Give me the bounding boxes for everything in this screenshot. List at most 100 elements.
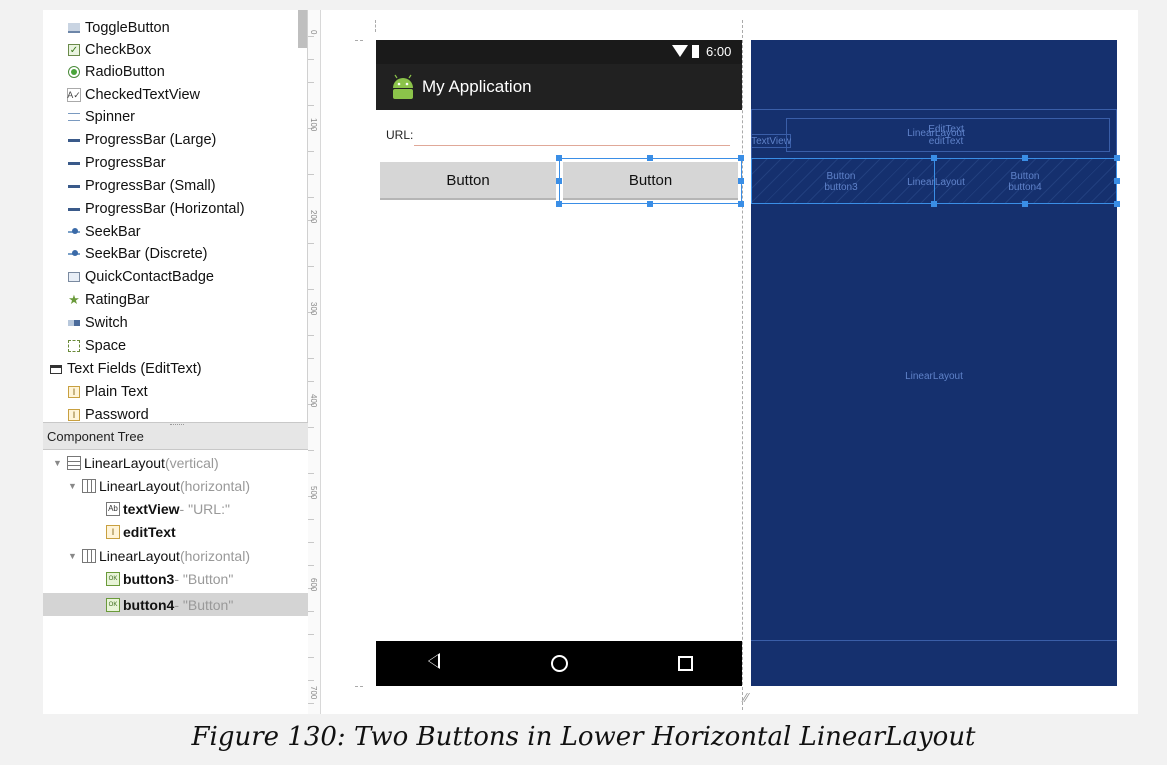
resize-handle[interactable] — [738, 155, 744, 161]
bp-linearlayout-root-label: LinearLayout — [905, 371, 963, 382]
tree-node-name: button4 — [123, 596, 175, 613]
resize-handle[interactable] — [647, 201, 653, 207]
wifi-icon — [672, 45, 688, 57]
palette-item-label: ProgressBar (Horizontal) — [85, 201, 245, 217]
palette-item-ratingbar[interactable]: ★ RatingBar — [67, 289, 149, 311]
bp-navbar-line — [751, 640, 1117, 641]
palette-item-label: CheckBox — [85, 42, 152, 58]
star-icon: ★ — [68, 292, 80, 307]
palette-item-switch[interactable]: Switch — [67, 312, 128, 334]
palette-item-password[interactable]: I Password — [67, 404, 149, 422]
status-time: 6:00 — [706, 44, 732, 59]
ruler-label: 100 — [309, 118, 318, 132]
progress-bar-icon — [67, 156, 81, 170]
resize-handle[interactable] — [556, 178, 562, 184]
resize-handle[interactable] — [556, 201, 562, 207]
ruler-label: 600 — [309, 578, 318, 592]
bp-resize-handle[interactable] — [931, 155, 937, 161]
palette-item-progressbar[interactable]: ProgressBar — [67, 152, 166, 174]
tree-row-textview[interactable]: Ab textView - "URL:" — [43, 497, 308, 520]
expand-triangle-icon[interactable]: ▼ — [53, 458, 67, 468]
palette-item-radiobutton[interactable]: RadioButton — [67, 61, 165, 83]
palette-item-label: Text Fields (EditText) — [67, 361, 202, 377]
tree-node-detail: - "Button" — [174, 570, 234, 587]
radio-button-icon — [67, 65, 81, 79]
palette-scrollbar[interactable] — [298, 10, 307, 48]
ruler-label: 400 — [309, 394, 318, 408]
tree-row-button4[interactable]: OK button4 - "Button" — [43, 593, 308, 616]
text-field-icon: I — [106, 524, 120, 539]
resize-handle[interactable] — [738, 178, 744, 184]
palette-item-spinner[interactable]: Spinner — [67, 106, 135, 128]
palette-item-togglebutton[interactable]: ToggleButton — [67, 17, 170, 39]
palette-item-progressbar-small[interactable]: ProgressBar (Small) — [67, 175, 216, 197]
tree-row-button3[interactable]: OK button3 - "Button" — [43, 567, 308, 590]
bp-resize-handle[interactable] — [1114, 178, 1120, 184]
status-bar: 6:00 — [376, 40, 742, 64]
palette-item-label: ProgressBar (Small) — [85, 178, 216, 194]
bp-resize-handle[interactable] — [1022, 155, 1028, 161]
horizontal-layout-icon — [82, 478, 96, 493]
component-tree-title: Component Tree — [47, 428, 144, 444]
tree-row-edittext[interactable]: I editText — [43, 520, 308, 543]
palette-category-text-fields[interactable]: Text Fields (EditText) — [49, 358, 202, 380]
palette-item-label: ProgressBar — [85, 155, 166, 171]
resize-grip-icon[interactable]: ⁄⁄ — [744, 690, 748, 705]
palette-item-label: RatingBar — [85, 292, 150, 308]
recents-icon[interactable] — [678, 656, 693, 671]
seekbar-icon — [67, 247, 81, 261]
palette-item-progressbar-large[interactable]: ProgressBar (Large) — [67, 129, 216, 151]
bp-resize-handle[interactable] — [1022, 201, 1028, 207]
text-field-icon: I — [67, 385, 81, 399]
ruler-label: 300 — [309, 302, 318, 316]
progress-bar-icon — [67, 179, 81, 193]
palette-item-label: Password — [85, 407, 149, 422]
tree-row-root-linearlayout[interactable]: ▼ LinearLayout (vertical) — [43, 451, 308, 474]
button3[interactable]: Button — [380, 162, 556, 200]
ruler-label: 0 — [309, 30, 318, 35]
resize-handle[interactable] — [738, 201, 744, 207]
bp-resize-handle[interactable] — [1114, 201, 1120, 207]
ruler-label: 200 — [309, 210, 318, 224]
palette-item-checkbox[interactable]: ✓ CheckBox — [67, 39, 151, 61]
palette-item-label: ToggleButton — [85, 20, 170, 36]
horizontal-layout-icon — [82, 548, 96, 563]
tree-row-linearlayout-horizontal-2[interactable]: ▼ LinearLayout (horizontal) — [43, 544, 308, 567]
palette-item-space[interactable]: Space — [67, 335, 126, 357]
bp-button4-label: Button — [1010, 171, 1040, 182]
checkbox-icon: ✓ — [68, 44, 80, 56]
home-icon[interactable] — [551, 655, 568, 672]
expand-triangle-icon[interactable]: ▼ — [68, 481, 82, 491]
expand-triangle-icon[interactable]: ▼ — [68, 551, 82, 561]
tree-node-name: button3 — [123, 570, 175, 587]
guide-line — [355, 40, 363, 41]
url-edit-text[interactable] — [414, 145, 730, 146]
bp-resize-handle[interactable] — [1114, 155, 1120, 161]
app-bar: My Application — [376, 64, 742, 110]
palette-item-plain-text[interactable]: I Plain Text — [67, 381, 148, 403]
bp-edittext-label: EditText — [928, 124, 964, 135]
contact-badge-icon — [67, 270, 81, 284]
space-icon — [67, 339, 81, 353]
tree-row-linearlayout-horizontal-1[interactable]: ▼ LinearLayout (horizontal) — [43, 474, 308, 497]
back-icon-inner — [429, 655, 438, 667]
folder-icon — [49, 362, 63, 376]
spinner-icon — [67, 110, 81, 124]
palette-item-seekbar-discrete[interactable]: SeekBar (Discrete) — [67, 243, 207, 265]
bp-resize-handle[interactable] — [931, 201, 937, 207]
tree-node-detail: - "URL:" — [179, 500, 230, 517]
palette-item-label: SeekBar (Discrete) — [85, 246, 208, 262]
navigation-bar — [376, 641, 742, 686]
palette-item-progressbar-horizontal[interactable]: ProgressBar (Horizontal) — [67, 198, 245, 220]
vertical-layout-icon — [67, 455, 81, 470]
palette-item-checkedtextview[interactable]: A✓ CheckedTextView — [67, 84, 200, 106]
resize-handle[interactable] — [556, 155, 562, 161]
bp-button3-id: button3 — [824, 182, 858, 193]
resize-handle[interactable] — [647, 155, 653, 161]
text-field-icon: I — [67, 408, 81, 422]
palette-item-seekbar[interactable]: SeekBar — [67, 221, 141, 243]
palette-item-label: Plain Text — [85, 384, 148, 400]
vertical-ruler: 0 100 200 300 400 500 600 700 — [308, 10, 321, 714]
palette-item-quickcontactbadge[interactable]: QuickContactBadge — [67, 266, 214, 288]
splitter-grip[interactable] — [170, 424, 184, 427]
